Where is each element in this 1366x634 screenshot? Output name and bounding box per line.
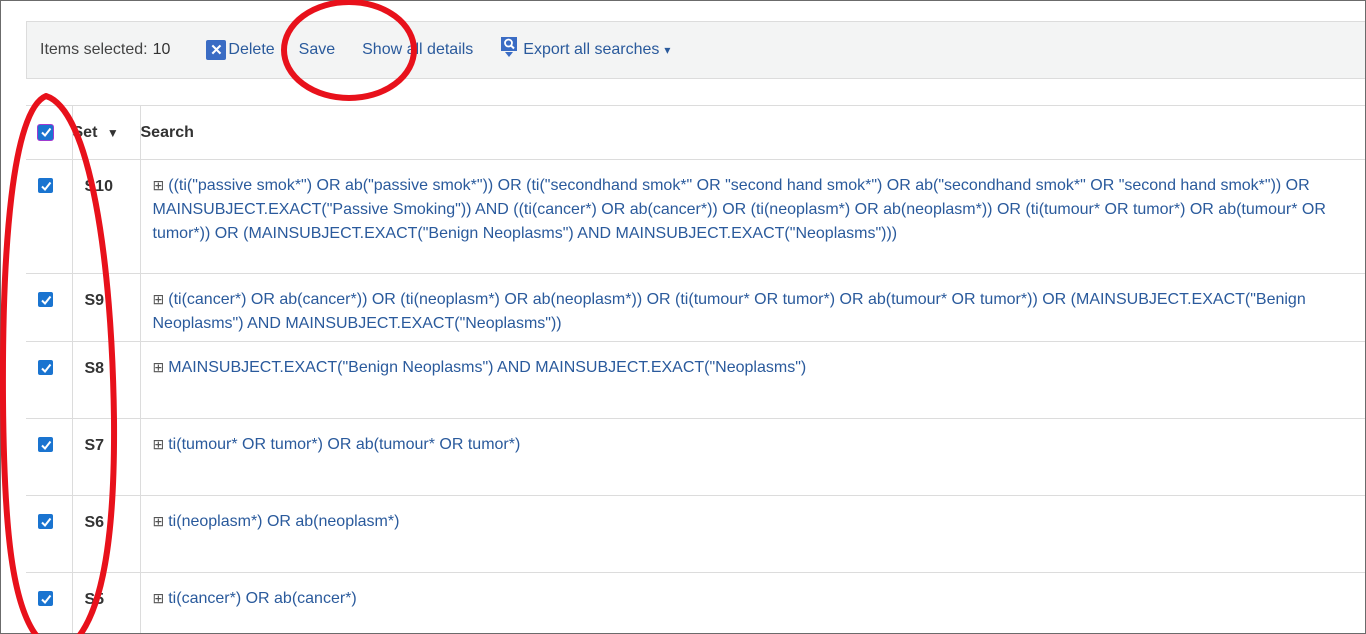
table-header-row: Set ▼ Search <box>26 105 1365 160</box>
table-row: S6 ⊞ ti(neoplasm*) OR ab(neoplasm*) <box>26 495 1365 573</box>
export-label: Export all searches <box>523 41 660 58</box>
export-dropdown-caret-icon: ▾ <box>664 43 671 57</box>
search-query-link[interactable]: ti(cancer*) OR ab(cancer*) <box>168 590 357 607</box>
export-icon <box>501 37 518 57</box>
search-query-link[interactable]: ((ti("passive smok*") OR ab("passive smo… <box>153 177 1326 242</box>
delete-label: Delete <box>228 41 275 58</box>
row-checkbox[interactable] <box>38 360 53 375</box>
table-row: S10 ⊞ ((ti("passive smok*") OR ab("passiv… <box>26 159 1365 274</box>
expand-plus-icon[interactable]: ⊞ <box>153 359 165 375</box>
expand-plus-icon[interactable]: ⊞ <box>153 436 165 452</box>
search-history-panel: Items selected: 10 ✕ Delete Save Show al… <box>0 0 1366 634</box>
set-column-header[interactable]: Set ▼ <box>72 105 141 160</box>
row-checkbox[interactable] <box>38 292 53 307</box>
expand-plus-icon[interactable]: ⊞ <box>153 177 165 193</box>
search-history-table: Set ▼ Search S10 ⊞ ((ti("passive smok*") … <box>26 105 1365 633</box>
show-all-details-button[interactable]: Show all details <box>362 41 473 59</box>
set-id: S10 <box>84 178 113 195</box>
delete-x-icon: ✕ <box>206 40 227 60</box>
delete-button[interactable]: ✕ Delete <box>206 40 275 60</box>
table-row: S7 ⊞ ti(tumour* OR tumor*) OR ab(tumour* … <box>26 418 1365 496</box>
checkmark-icon <box>40 440 51 450</box>
select-all-cell <box>26 105 73 160</box>
checkmark-icon <box>40 363 51 373</box>
table-row: S8 ⊞ MAINSUBJECT.EXACT("Benign Neoplasms"… <box>26 341 1365 419</box>
checkmark-icon <box>40 594 51 604</box>
expand-plus-icon[interactable]: ⊞ <box>153 590 165 606</box>
expand-plus-icon[interactable]: ⊞ <box>153 513 165 529</box>
set-header-label: Set <box>72 123 98 141</box>
expand-plus-icon[interactable]: ⊞ <box>153 291 165 307</box>
search-query-link[interactable]: ti(neoplasm*) OR ab(neoplasm*) <box>168 513 399 530</box>
export-all-searches-button[interactable]: Export all searches ▾ <box>500 37 671 61</box>
save-button[interactable]: Save <box>299 41 335 59</box>
selection-toolbar: Items selected: 10 ✕ Delete Save Show al… <box>26 21 1365 79</box>
search-query-link[interactable]: (ti(cancer*) OR ab(cancer*)) OR (ti(neop… <box>153 291 1306 332</box>
row-checkbox[interactable] <box>38 514 53 529</box>
table-row: S5 ⊞ ti(cancer*) OR ab(cancer*) <box>26 572 1365 633</box>
search-query-link[interactable]: MAINSUBJECT.EXACT("Benign Neoplasms") AN… <box>168 359 806 376</box>
checkmark-icon <box>40 181 51 191</box>
checkmark-icon <box>40 295 51 305</box>
table-row: S9 ⊞ (ti(cancer*) OR ab(cancer*)) OR (ti(… <box>26 273 1365 342</box>
items-selected-count: 10 <box>152 41 171 58</box>
search-column-header: Search <box>140 105 1365 160</box>
set-id: S5 <box>84 591 105 608</box>
row-checkbox[interactable] <box>38 437 53 452</box>
set-id: S8 <box>84 360 105 377</box>
set-id: S6 <box>84 514 105 531</box>
items-selected-label: Items selected: <box>40 41 148 58</box>
checkmark-icon <box>40 517 51 527</box>
search-query-link[interactable]: ti(tumour* OR tumor*) OR ab(tumour* OR t… <box>168 436 520 453</box>
set-id: S7 <box>84 437 105 454</box>
set-id: S9 <box>84 292 105 309</box>
row-checkbox[interactable] <box>38 178 53 193</box>
row-checkbox[interactable] <box>38 591 53 606</box>
select-all-checkbox[interactable] <box>38 124 53 140</box>
checkmark-icon <box>40 128 51 138</box>
sort-caret-icon: ▼ <box>106 125 119 140</box>
